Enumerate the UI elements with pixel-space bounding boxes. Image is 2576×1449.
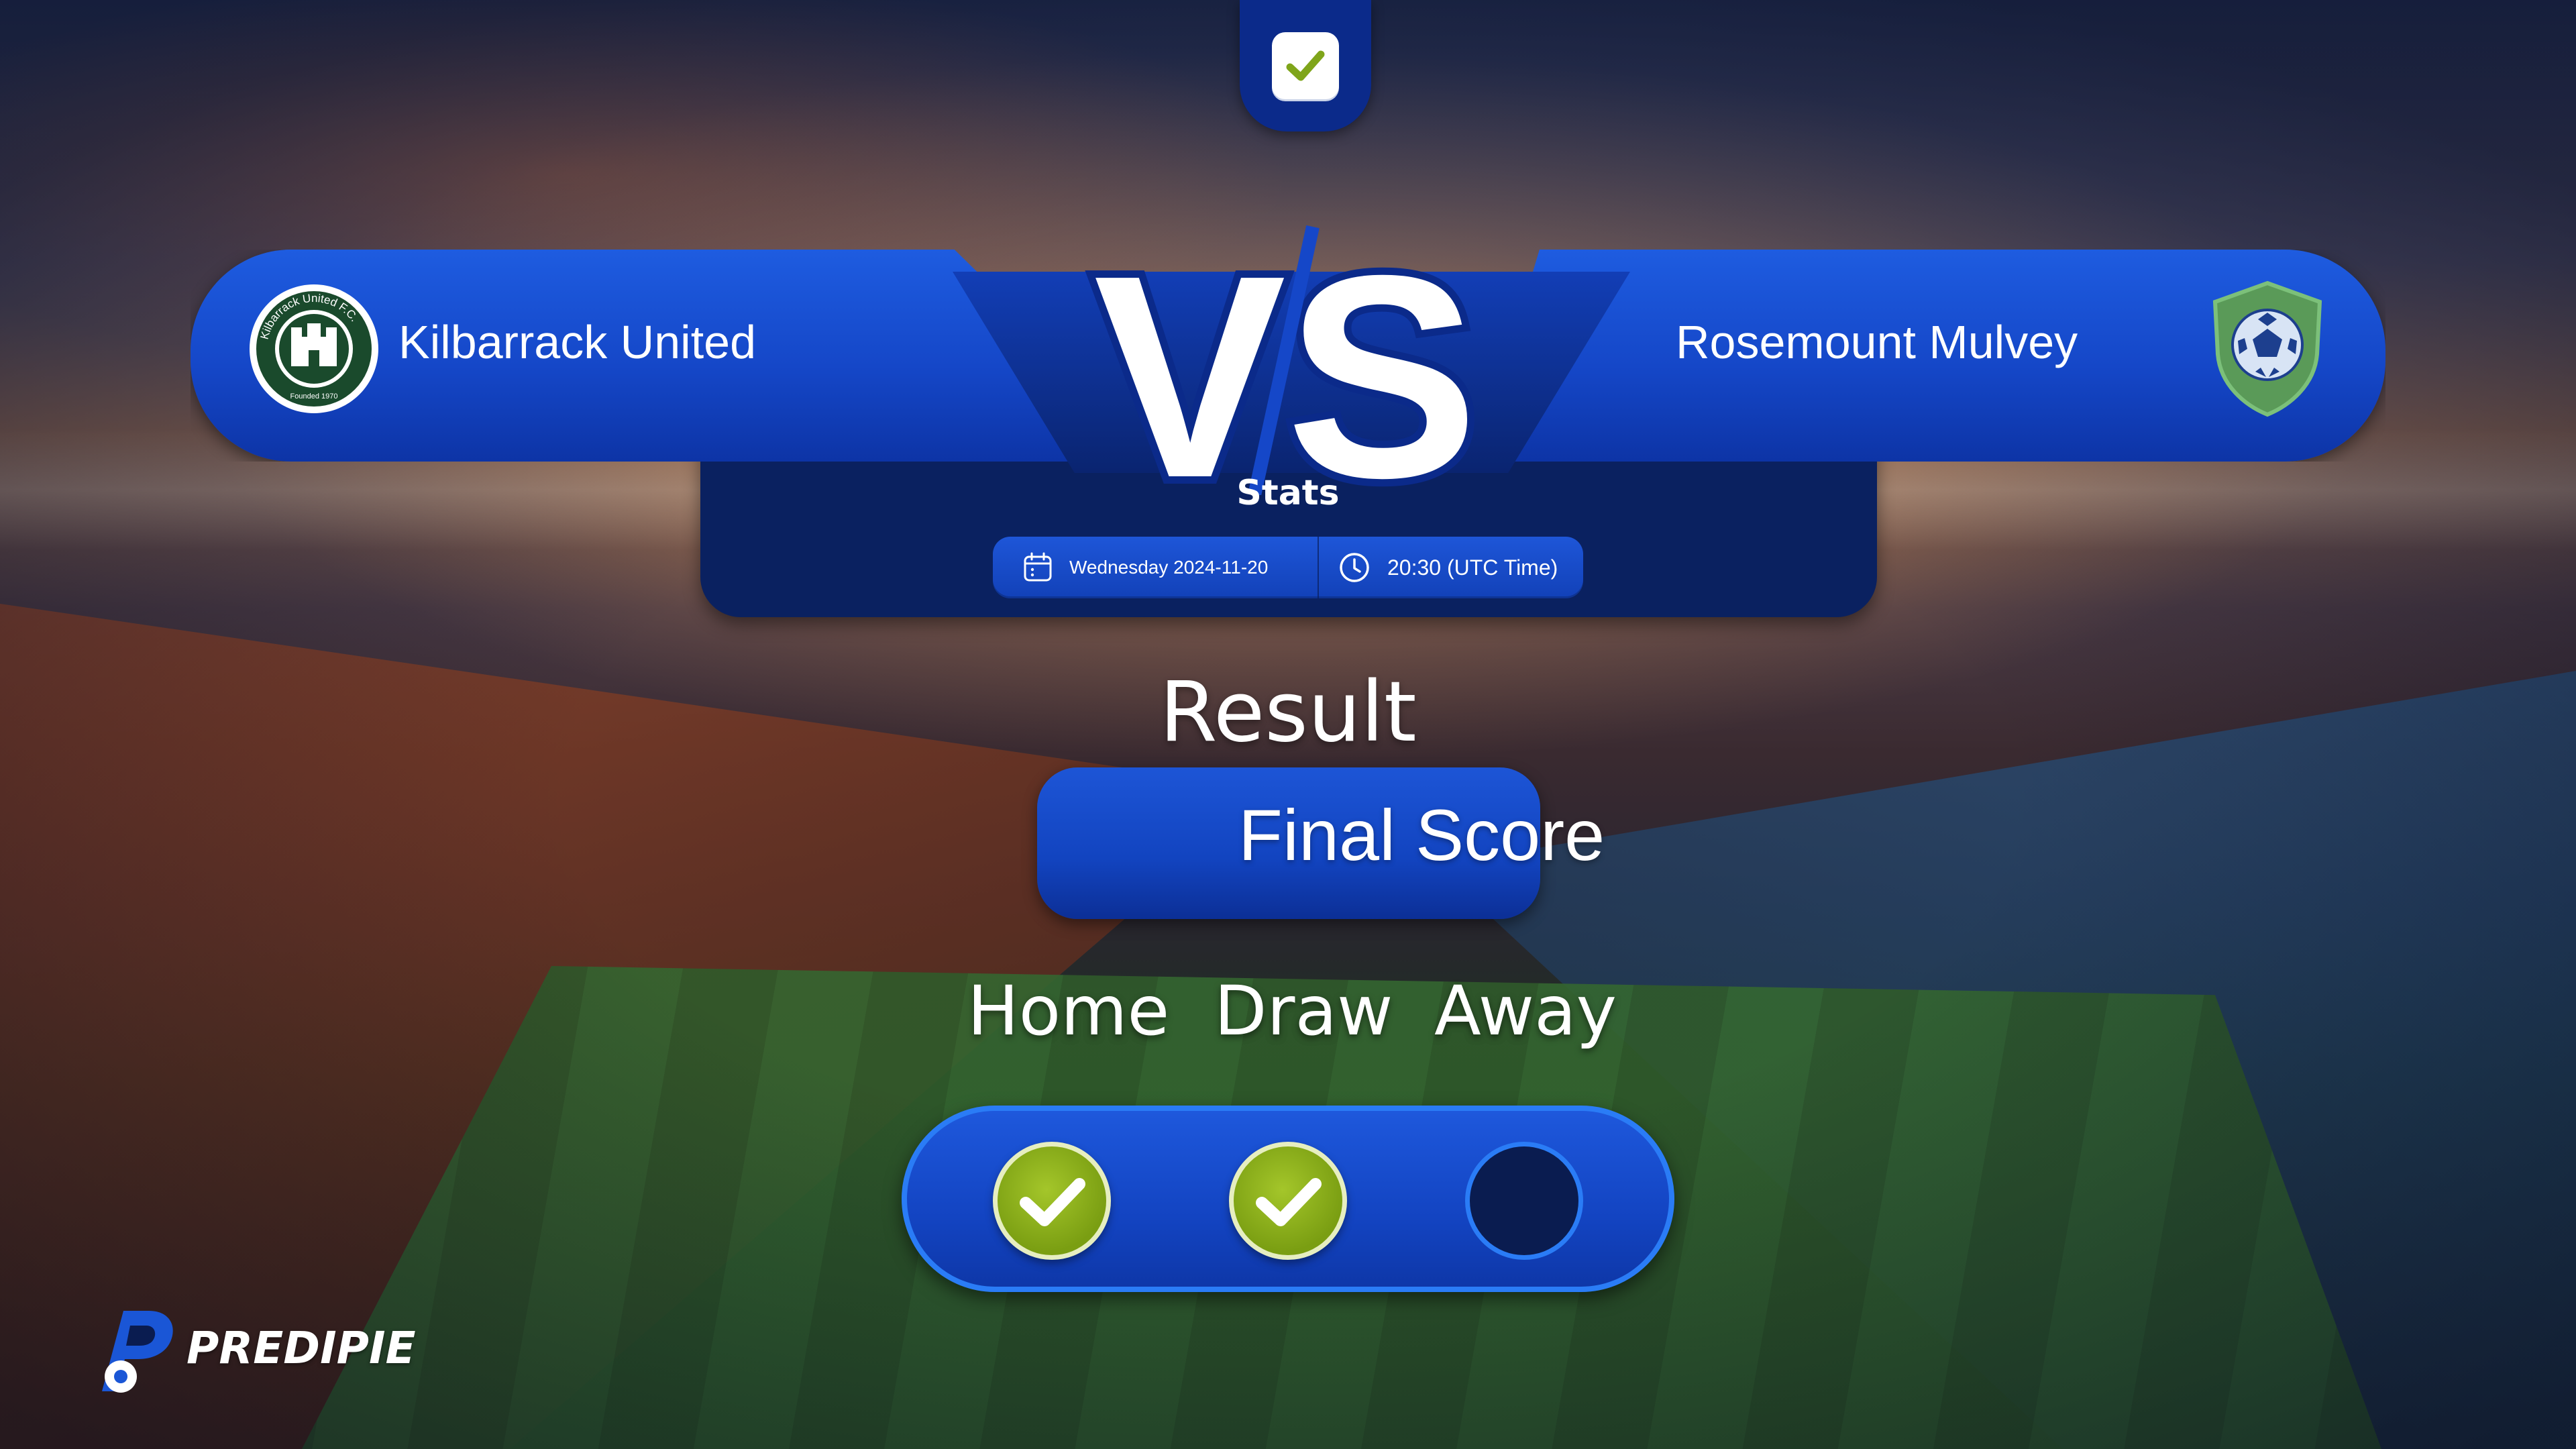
away-team-name: Rosemount Mulvey [1676, 316, 2078, 368]
calendar-icon [1024, 552, 1052, 582]
top-check-tab [1240, 0, 1371, 131]
check-badge-icon [1272, 32, 1339, 99]
predipie-logo: PREDIPIE [82, 1297, 416, 1398]
away-outcome-indicator [1465, 1142, 1583, 1260]
match-time: 20:30 (UTC Time) [1319, 537, 1558, 598]
svg-text:Founded 1970: Founded 1970 [290, 392, 338, 400]
match-time-text: 20:30 (UTC Time) [1387, 555, 1558, 580]
home-outcome-indicator [993, 1142, 1111, 1260]
vs-emblem: VS [1086, 213, 1486, 495]
home-team-name: Kilbarrack United [398, 316, 756, 368]
predipie-logo-text: PREDIPIE [186, 1322, 416, 1374]
checkmark-icon [1256, 1178, 1322, 1226]
result-type-label: Final Score [1238, 794, 1605, 875]
outcome-home-label: Home [967, 971, 1170, 1051]
outcome-draw-label: Draw [1214, 971, 1393, 1051]
kilbarrack-united-crest-icon: Kilbarrack United F.C. Founded 1970 [248, 283, 380, 415]
soccer-ball-shield-icon [2202, 279, 2333, 419]
predipie-logo-icon [102, 1311, 173, 1393]
match-date: Wednesday 2024-11-20 [993, 537, 1318, 598]
stats-label: Stats [1236, 473, 1340, 513]
outcome-away-label: Away [1434, 971, 1617, 1051]
checkmark-icon [1020, 1178, 1085, 1226]
clock-icon [1340, 553, 1369, 582]
result-title: Result [1159, 664, 1417, 761]
match-date-text: Wednesday 2024-11-20 [1069, 557, 1269, 578]
match-datetime-pill: Wednesday 2024-11-20 20:30 (UTC Time) [993, 537, 1583, 598]
draw-outcome-indicator [1229, 1142, 1347, 1260]
